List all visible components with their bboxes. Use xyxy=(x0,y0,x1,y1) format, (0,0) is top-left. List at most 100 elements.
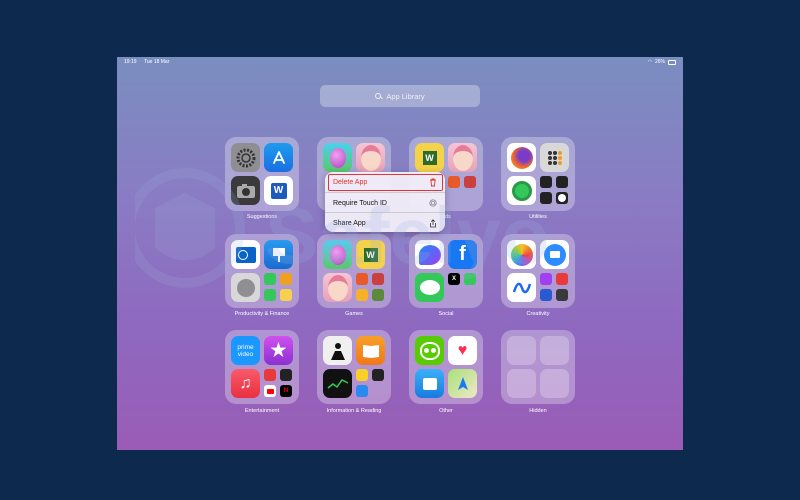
contacts-icon[interactable] xyxy=(231,273,260,302)
folder-information-reading[interactable] xyxy=(317,330,391,404)
outlook-icon[interactable] xyxy=(231,240,260,269)
small-icons-group: X xyxy=(448,273,477,302)
find-my-icon[interactable] xyxy=(507,176,536,205)
facetime-small-icon[interactable] xyxy=(264,273,276,285)
require-touch-id-label: Require Touch ID xyxy=(333,199,387,207)
status-time: 19:19 xyxy=(124,59,137,65)
folder-label: Creativity xyxy=(526,311,550,317)
files-small-icon[interactable] xyxy=(356,385,368,397)
game-small-icon[interactable] xyxy=(356,273,368,285)
fingerprint-icon xyxy=(429,199,437,207)
camera-app-icon[interactable] xyxy=(231,176,260,205)
app-library-search[interactable]: App Library xyxy=(320,85,480,107)
search-placeholder: App Library xyxy=(386,91,425,101)
folder-productivity-finance[interactable] xyxy=(225,234,299,308)
folder-games[interactable]: W xyxy=(317,234,391,308)
translate-small-icon[interactable] xyxy=(372,369,384,381)
require-touch-id-item[interactable]: Require Touch ID xyxy=(325,192,445,213)
game-small-icon[interactable] xyxy=(372,289,384,301)
books-icon[interactable] xyxy=(356,336,385,365)
folder-utilities[interactable] xyxy=(501,137,575,211)
numbers-small-icon[interactable] xyxy=(264,289,276,301)
word-game-letter: W xyxy=(363,247,378,262)
kindle-icon[interactable] xyxy=(323,336,352,365)
facetime-icon[interactable] xyxy=(464,273,476,285)
egg-game-icon[interactable] xyxy=(323,143,352,172)
store-icon[interactable] xyxy=(415,369,444,398)
itunes-store-icon[interactable]: ★ xyxy=(264,336,293,365)
clock-icon[interactable] xyxy=(556,192,568,204)
maps-icon[interactable] xyxy=(448,369,477,398)
calculator-icon[interactable] xyxy=(540,143,569,172)
facebook-icon[interactable]: f xyxy=(448,240,477,269)
word-logo: W xyxy=(270,182,287,199)
duolingo-icon[interactable] xyxy=(415,336,444,365)
stocks-icon[interactable] xyxy=(323,369,352,398)
podcast-small-icon[interactable] xyxy=(264,369,276,381)
magnifier-icon[interactable] xyxy=(540,176,552,188)
folder-label: Other xyxy=(439,408,453,414)
tv-small-icon[interactable] xyxy=(280,369,292,381)
prime-line2: video xyxy=(237,350,254,358)
hidden-placeholder xyxy=(507,369,536,398)
folder-hidden[interactable] xyxy=(501,330,575,404)
wifi-icon: ◠ xyxy=(647,59,652,65)
firefox-icon[interactable] xyxy=(507,143,536,172)
folder-creativity[interactable] xyxy=(501,234,575,308)
voice-memos-icon[interactable] xyxy=(540,192,552,204)
game-small-icon[interactable] xyxy=(448,176,460,188)
prime-line1: prime xyxy=(237,343,254,351)
zoom-icon[interactable] xyxy=(540,240,569,269)
word-game-icon[interactable]: W xyxy=(415,143,444,172)
anime-game-icon-2[interactable] xyxy=(448,143,477,172)
netflix-small-icon[interactable]: N xyxy=(280,385,292,397)
youtube-small-icon[interactable] xyxy=(264,385,276,397)
folder-social[interactable]: f X xyxy=(409,234,483,308)
battery-percent: 26% xyxy=(654,59,665,65)
small-icons-group xyxy=(356,273,385,302)
delete-app-item[interactable]: Delete App xyxy=(325,172,445,192)
word-game-letter: W xyxy=(422,150,437,165)
egg-game-icon[interactable] xyxy=(323,240,352,269)
share-app-item[interactable]: Share App xyxy=(325,212,445,232)
messenger-icon[interactable] xyxy=(415,240,444,269)
folder-label: Games xyxy=(345,311,363,317)
creative-small-icon[interactable] xyxy=(540,289,552,301)
app-store-icon[interactable] xyxy=(264,143,293,172)
grid-icon[interactable] xyxy=(556,176,568,188)
notes-small-icon[interactable] xyxy=(280,289,292,301)
small-icons-group xyxy=(264,273,293,302)
app-context-menu: Delete App Require Touch ID Share App xyxy=(325,172,445,232)
folder-other[interactable]: ♥ xyxy=(409,330,483,404)
folder-suggestions[interactable]: W xyxy=(225,137,299,211)
keynote-icon[interactable] xyxy=(264,240,293,269)
game-small-icon[interactable] xyxy=(356,289,368,301)
pages-small-icon[interactable] xyxy=(280,273,292,285)
photos-icon[interactable] xyxy=(507,240,536,269)
share-app-label: Share App xyxy=(333,219,366,227)
music-icon[interactable]: ♫ xyxy=(231,369,260,398)
game-small-icon[interactable] xyxy=(464,176,476,188)
folder-entertainment[interactable]: prime video ★ ♫ N xyxy=(225,330,299,404)
creative-small-icon[interactable] xyxy=(556,273,568,285)
prime-video-icon[interactable]: prime video xyxy=(231,336,260,365)
small-icons-group xyxy=(540,273,569,302)
word-app-icon[interactable]: W xyxy=(264,176,293,205)
game-small-icon[interactable] xyxy=(372,273,384,285)
x-icon[interactable]: X xyxy=(448,273,460,285)
tips-small-icon[interactable] xyxy=(356,369,368,381)
folder-label: Social xyxy=(438,311,454,317)
health-icon[interactable]: ♥ xyxy=(448,336,477,365)
small-icons-group xyxy=(356,369,385,398)
creative-small-icon[interactable] xyxy=(540,273,552,285)
folder-label: Productivity & Finance xyxy=(234,311,290,317)
folder-label: Suggestions xyxy=(246,214,278,220)
camera-small-icon[interactable] xyxy=(556,289,568,301)
anime-game-icon[interactable] xyxy=(323,273,352,302)
ipad-screen: 19:19 Tue 18 Mar ◠ 26% App Library W Sug… xyxy=(117,57,683,450)
word-game-icon[interactable]: W xyxy=(356,240,385,269)
freeform-icon[interactable] xyxy=(507,273,536,302)
anime-game-icon[interactable] xyxy=(356,143,385,172)
messages-icon[interactable] xyxy=(415,273,444,302)
settings-app-icon[interactable] xyxy=(231,143,260,172)
